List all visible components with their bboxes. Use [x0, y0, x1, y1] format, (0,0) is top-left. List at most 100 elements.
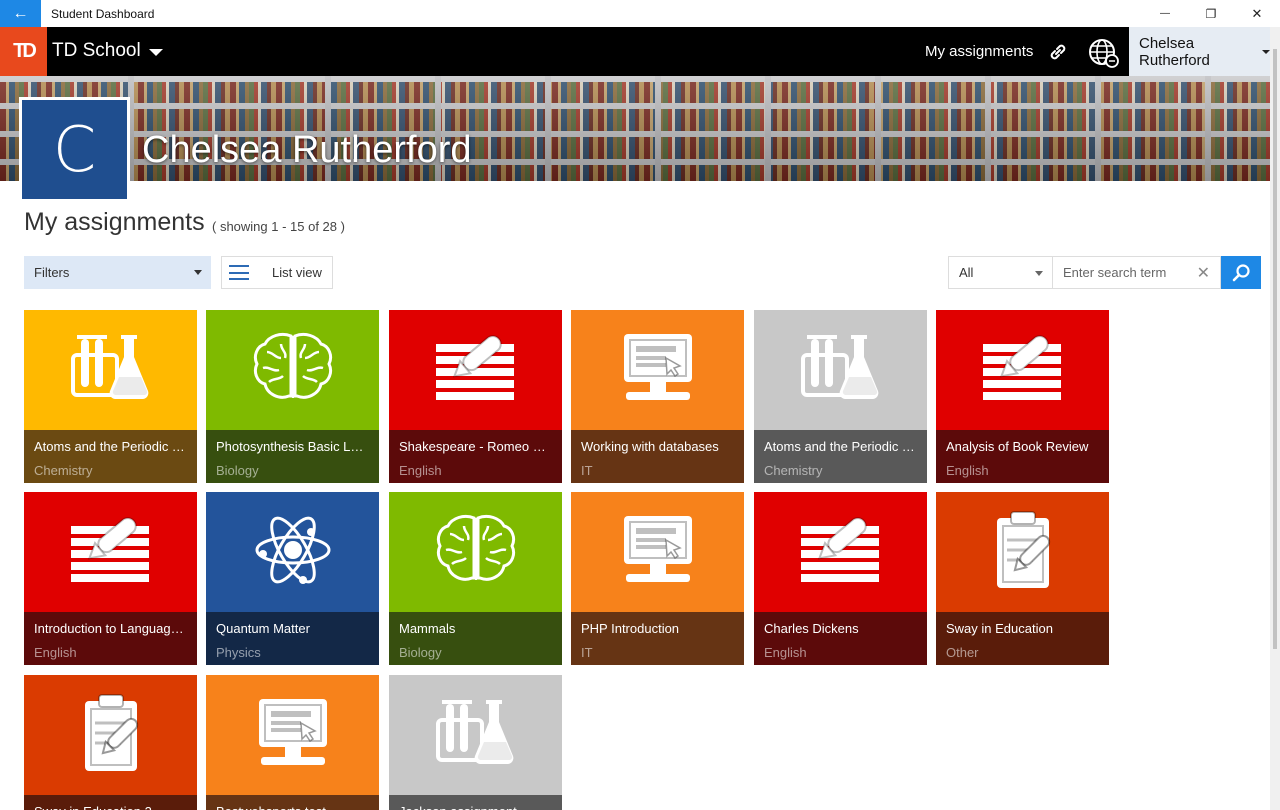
- assignment-caption: Working with databases IT: [571, 430, 744, 483]
- list-view-label: List view: [272, 265, 322, 280]
- nav-my-assignments[interactable]: My assignments: [925, 43, 1033, 60]
- computer-icon: [620, 512, 696, 593]
- search-button[interactable]: [1221, 256, 1261, 289]
- assignment-caption: Sway in Education 2: [24, 795, 197, 810]
- assignment-title: Sway in Education: [946, 621, 1053, 636]
- assignment-title: Mammals: [399, 621, 456, 636]
- assignment-subject: IT: [581, 645, 593, 660]
- assignment-title: Atoms and the Periodic Ta...: [764, 439, 917, 454]
- scrollbar[interactable]: [1270, 27, 1280, 810]
- category-select[interactable]: All: [948, 256, 1053, 289]
- assignment-tile[interactable]: Jackson assignment: [389, 675, 562, 810]
- chevron-down-icon: [1035, 271, 1043, 276]
- profile-name: Chelsea Rutherford: [142, 129, 472, 171]
- assignment-tile[interactable]: Atoms and the Periodic Ta... Chemistry: [24, 310, 197, 483]
- assignment-icon-area: [936, 492, 1109, 612]
- assignment-subject: Biology: [399, 645, 442, 660]
- assignment-tile[interactable]: Photosynthesis Basic Lesson Biology: [206, 310, 379, 483]
- computer-icon: [255, 695, 331, 776]
- scrollbar-thumb[interactable]: [1273, 49, 1277, 649]
- assignment-title: Quantum Matter: [216, 621, 310, 636]
- assignment-title: Bestwebsports test: [216, 804, 369, 810]
- flask-icon: [800, 331, 881, 410]
- brain-icon: [253, 330, 333, 411]
- school-selector[interactable]: TD School: [52, 40, 163, 62]
- assignment-icon-area: [571, 492, 744, 612]
- assignment-subject: Chemistry: [34, 463, 93, 478]
- list-view-button[interactable]: List view: [221, 256, 333, 289]
- search-box: ✕: [1053, 256, 1221, 289]
- search-icon: [1232, 263, 1250, 281]
- back-button[interactable]: ←: [0, 0, 41, 27]
- assignment-subject: Chemistry: [764, 463, 823, 478]
- window-controls: — ❐ ✕: [1142, 0, 1280, 27]
- back-arrow-icon: ←: [12, 4, 29, 22]
- assignment-tile[interactable]: Quantum Matter Physics: [206, 492, 379, 665]
- assignment-caption: Atoms and the Periodic Ta... Chemistry: [754, 430, 927, 483]
- restore-button[interactable]: ❐: [1188, 0, 1234, 27]
- clipboard-icon: [993, 510, 1053, 595]
- pen-paper-icon: [69, 512, 153, 593]
- assignment-title: Photosynthesis Basic Lesson: [216, 439, 369, 454]
- globe-language-icon[interactable]: [1087, 37, 1121, 69]
- assignment-tile[interactable]: Analysis of Book Review English: [936, 310, 1109, 483]
- search-input[interactable]: [1063, 265, 1193, 280]
- app-header: TD TD School My assignments Chelsea Ruth…: [0, 27, 1270, 76]
- minimize-icon: —: [1160, 8, 1170, 19]
- assignment-tile[interactable]: Atoms and the Periodic Ta... Chemistry: [754, 310, 927, 483]
- assignment-title: Introduction to Language...: [34, 621, 187, 636]
- close-icon: ✕: [1251, 5, 1263, 21]
- avatar[interactable]: C: [19, 97, 130, 202]
- school-logo[interactable]: TD: [0, 27, 47, 76]
- assignment-tile[interactable]: Shakespeare - Romeo and... English: [389, 310, 562, 483]
- flask-icon: [435, 696, 516, 775]
- clear-search-icon[interactable]: ✕: [1197, 263, 1210, 283]
- assignment-caption: Shakespeare - Romeo and... English: [389, 430, 562, 483]
- link-icon[interactable]: [1046, 40, 1070, 64]
- close-button[interactable]: ✕: [1234, 0, 1280, 27]
- assignment-caption: Photosynthesis Basic Lesson Biology: [206, 430, 379, 483]
- window-title: Student Dashboard: [51, 6, 155, 21]
- assignment-icon-area: [24, 492, 197, 612]
- computer-icon: [620, 330, 696, 411]
- assignment-tile[interactable]: PHP Introduction IT: [571, 492, 744, 665]
- assignment-subject: English: [399, 463, 442, 478]
- assignment-icon-area: [389, 310, 562, 430]
- assignment-subject: Biology: [216, 463, 259, 478]
- assignment-icon-area: [754, 492, 927, 612]
- assignment-icon-area: [206, 675, 379, 795]
- assignment-title: Working with databases: [581, 439, 719, 454]
- assignment-subject: Other: [946, 645, 979, 660]
- assignment-subject: Physics: [216, 645, 261, 660]
- assignment-caption: Atoms and the Periodic Ta... Chemistry: [24, 430, 197, 483]
- user-menu-name: Chelsea Rutherford: [1139, 34, 1210, 69]
- minimize-button[interactable]: —: [1142, 0, 1188, 27]
- assignment-tile[interactable]: Sway in Education Other: [936, 492, 1109, 665]
- assignment-title: Charles Dickens: [764, 621, 859, 636]
- assignment-title: Sway in Education 2: [34, 804, 187, 810]
- school-name: TD School: [52, 40, 141, 61]
- chevron-down-icon: [1262, 49, 1270, 54]
- assignment-subject: English: [946, 463, 989, 478]
- atom-icon: [253, 510, 333, 595]
- flask-icon: [70, 331, 151, 410]
- assignment-tile[interactable]: Working with databases IT: [571, 310, 744, 483]
- assignment-tile[interactable]: Introduction to Language... English: [24, 492, 197, 665]
- assignment-caption: Mammals Biology: [389, 612, 562, 665]
- assignment-tile[interactable]: Bestwebsports test: [206, 675, 379, 810]
- assignment-icon-area: [389, 675, 562, 795]
- assignment-tile[interactable]: Mammals Biology: [389, 492, 562, 665]
- assignment-tile[interactable]: Charles Dickens English: [754, 492, 927, 665]
- assignment-icon-area: [206, 492, 379, 612]
- assignment-title: Jackson assignment: [399, 804, 552, 810]
- assignment-caption: Jackson assignment: [389, 795, 562, 810]
- assignment-tile[interactable]: Sway in Education 2: [24, 675, 197, 810]
- pen-paper-icon: [434, 330, 518, 411]
- user-menu[interactable]: Chelsea Rutherford: [1129, 27, 1270, 76]
- window-title-bar: ← Student Dashboard — ❐ ✕: [0, 0, 1280, 27]
- assignment-caption: Bestwebsports test: [206, 795, 379, 810]
- assignment-subject: English: [764, 645, 807, 660]
- filters-dropdown[interactable]: Filters: [24, 256, 211, 289]
- assignment-title: Atoms and the Periodic Ta...: [34, 439, 187, 454]
- results-count: ( showing 1 - 15 of 28 ): [212, 219, 345, 234]
